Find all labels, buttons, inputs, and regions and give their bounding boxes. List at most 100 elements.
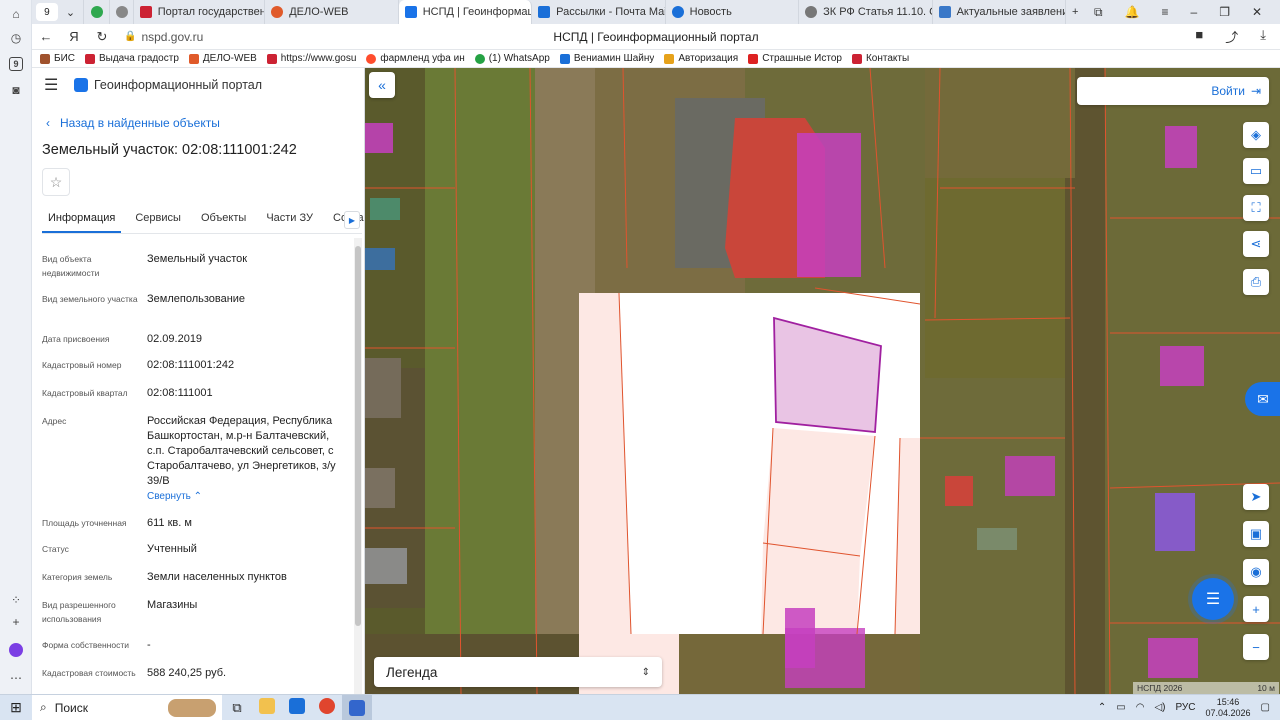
tabs-icon[interactable]: ⧉ xyxy=(1094,5,1103,20)
bookmark-item[interactable]: Вениамин Шайну xyxy=(559,53,654,64)
chrome-icon[interactable] xyxy=(312,698,342,717)
pinned-tab[interactable] xyxy=(84,0,110,24)
login-button[interactable]: Войти ⇥ xyxy=(1077,77,1269,105)
page-title: НСПД | Геоинформационный портал xyxy=(553,29,759,44)
tab-gosuslugi[interactable]: Портал государственных xyxy=(134,0,266,24)
tab-zk-rf[interactable]: ЗК РФ Статья 11.10. Схема xyxy=(799,0,933,24)
hamburger-menu-icon[interactable]: ☰ xyxy=(44,75,66,95)
menu-icon[interactable]: ≡ xyxy=(1161,5,1168,20)
clock[interactable]: 15:46 07.04.2026 xyxy=(1206,697,1251,719)
download-icon[interactable]: ⤓ xyxy=(1260,27,1266,46)
zoom-out-button[interactable]: − xyxy=(1243,634,1269,660)
bookmark-item[interactable]: Контакты xyxy=(851,53,909,64)
collapse-address-link[interactable]: Свернуть ⌃ xyxy=(147,491,202,502)
chevron-left-icon: ‹ xyxy=(46,116,50,130)
panel-tabs: Информация Сервисы Объекты Части ЗУ Сост… xyxy=(42,206,364,234)
back-to-results-link[interactable]: ‹ Назад в найденные объекты xyxy=(46,116,220,130)
browser-sidebar: ⌂ ◷ 9 ◙ ⁘ + ⋯ xyxy=(0,0,32,694)
bell-icon[interactable]: 🔔 xyxy=(1125,5,1140,20)
minimap-button[interactable]: ▣ xyxy=(1243,521,1269,547)
scrollbar-thumb[interactable] xyxy=(355,246,361,626)
more-icon[interactable]: ⋯ xyxy=(8,670,24,686)
panel-scrollbar[interactable] xyxy=(354,238,362,694)
locate-button[interactable]: ➤ xyxy=(1243,484,1269,510)
tab-count-icon[interactable]: 9 xyxy=(9,57,23,71)
chat-button[interactable]: ☰ xyxy=(1192,578,1234,620)
minimize-icon[interactable]: – xyxy=(1191,5,1198,20)
back-icon[interactable]: ← xyxy=(32,29,60,44)
home-icon[interactable]: ⌂ xyxy=(8,6,24,22)
windows-start-icon[interactable]: ⊞ xyxy=(0,699,32,716)
yandex-icon[interactable]: Я xyxy=(60,29,88,44)
print-button[interactable]: ⎙ xyxy=(1243,269,1269,295)
select-area-button[interactable]: ⛶ xyxy=(1243,195,1269,221)
close-window-icon[interactable]: ✕ xyxy=(1252,5,1262,20)
search-highlight-image xyxy=(168,698,216,717)
favorite-star-icon[interactable]: ☆ xyxy=(42,168,70,196)
alice-icon[interactable] xyxy=(8,642,24,658)
taskbar-search[interactable]: ⌕ Поиск xyxy=(32,694,222,720)
minimap-icon: ▣ xyxy=(1249,526,1263,541)
measure-button[interactable]: ▭ xyxy=(1243,158,1269,184)
object-title: Земельный участок: 02:08:111001:242 xyxy=(42,142,297,158)
history-icon[interactable]: ◷ xyxy=(8,30,24,46)
chat-icon: ☰ xyxy=(1205,591,1221,608)
wifi-icon[interactable]: ◠ xyxy=(1136,702,1145,713)
zoom-in-button[interactable]: + xyxy=(1243,596,1269,622)
bookmark-item[interactable]: Выдача градостр xyxy=(84,53,179,64)
outlook-icon[interactable] xyxy=(282,698,312,717)
map-view[interactable]: « Войти ⇥ ◈ ▭ ⛶ ⋖ ⎙ ✉ ➤ ▣ ◉ + − ☰ Легенд… xyxy=(365,68,1280,694)
tab-parts[interactable]: Части ЗУ xyxy=(260,206,319,233)
pinned-tab[interactable] xyxy=(110,0,134,24)
yandex-browser-icon[interactable] xyxy=(342,694,372,720)
double-chevron-left-icon: « xyxy=(378,77,386,93)
bookmark-item[interactable]: Страшные Истор xyxy=(748,53,842,64)
plus-icon: + xyxy=(1252,601,1260,617)
bookmark-item[interactable]: БИС xyxy=(40,53,75,64)
tab-applications[interactable]: Актуальные заявления xyxy=(933,0,1067,24)
share-button[interactable]: ⋖ xyxy=(1243,231,1269,257)
tab-services[interactable]: Сервисы xyxy=(129,206,187,233)
bookmark-item[interactable]: https://www.gosu xyxy=(266,53,356,64)
tabs-scroll-right-icon[interactable]: ▶ xyxy=(344,211,360,229)
network-icon[interactable]: ▭ xyxy=(1116,702,1125,713)
file-explorer-icon[interactable] xyxy=(252,698,282,717)
tab-mail[interactable]: Рассылки - Почта Mail xyxy=(532,0,666,24)
collapse-panel-button[interactable]: « xyxy=(369,72,395,98)
legend-dropdown[interactable]: Легенда ⇕ xyxy=(374,657,662,687)
share-icon[interactable]: ⤴ xyxy=(1225,27,1238,46)
task-view-icon[interactable]: ⧉ xyxy=(222,700,252,716)
url-field[interactable]: 🔒 nspd.gov.ru xyxy=(124,30,203,44)
windows-taskbar: ⊞ ⌕ Поиск ⧉ ⌃ ▭ ◠ ◁) РУС 15:46 07.04.202… xyxy=(0,694,1280,720)
bookmark-item[interactable]: фармленд уфа ин xyxy=(366,53,465,64)
bookmark-item[interactable]: Авторизация xyxy=(664,53,738,64)
share-icon: ⋖ xyxy=(1250,236,1262,251)
tab-news[interactable]: Новость xyxy=(666,0,800,24)
maximize-icon[interactable]: ❐ xyxy=(1219,5,1230,20)
tab-count-button[interactable]: 9 xyxy=(36,3,58,21)
reload-icon[interactable]: ↻ xyxy=(88,29,116,45)
tab-objects[interactable]: Объекты xyxy=(195,206,252,233)
camera-icon[interactable]: ◙ xyxy=(8,82,24,98)
volume-icon[interactable]: ◁) xyxy=(1154,702,1165,713)
tab-nspd[interactable]: НСПД | Геоинформацио✕ xyxy=(398,0,533,24)
language-indicator[interactable]: РУС xyxy=(1175,702,1195,713)
aerial-map xyxy=(365,68,1280,694)
tab-delo[interactable]: ДЕЛО-WEB xyxy=(265,0,399,24)
map-scale: НСПД 2026 10 м xyxy=(1133,682,1279,694)
layers-button[interactable]: ◈ xyxy=(1243,122,1269,148)
geolocation-button[interactable]: ◉ xyxy=(1243,559,1269,585)
chevron-up-icon[interactable]: ⌃ xyxy=(1098,702,1106,713)
add-icon[interactable]: + xyxy=(8,614,24,630)
bookmark-icon[interactable]: ■ xyxy=(1195,27,1203,46)
tab-list-button[interactable]: ⌄ xyxy=(62,0,84,24)
new-tab-button[interactable]: + xyxy=(1066,0,1094,24)
notifications-icon[interactable]: ▢ xyxy=(1261,702,1270,713)
window-controls: ⧉ 🔔 ≡ – ❐ ✕ xyxy=(1094,5,1280,20)
feedback-button[interactable]: ✉ xyxy=(1245,382,1280,416)
bookmark-item[interactable]: ДЕЛО-WEB xyxy=(188,53,257,64)
tab-info[interactable]: Информация xyxy=(42,206,122,233)
apps-icon[interactable]: ⁘ xyxy=(8,592,24,608)
tab-bar: 9 ⌄ Портал государственных ДЕЛО-WEB НСПД… xyxy=(32,0,1280,24)
bookmark-item[interactable]: (1) WhatsApp xyxy=(474,53,550,64)
